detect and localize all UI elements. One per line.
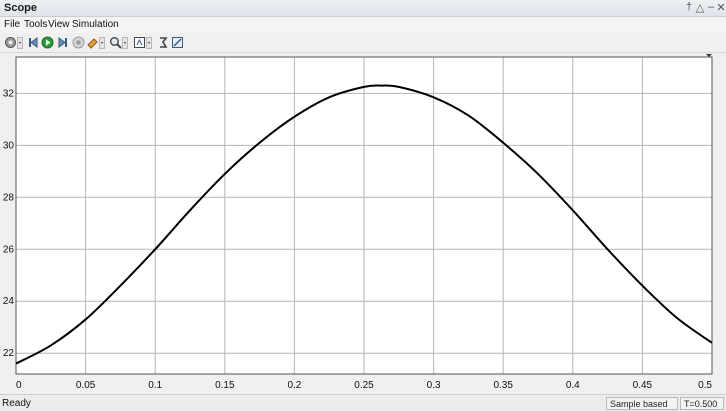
x-tick-label: 0.1 bbox=[148, 380, 162, 391]
plot-panel: 0 0.05 0.1 0.15 0.2 0.25 0.3 0.35 0.4 0.45 0.5 22 24… bbox=[0, 53, 726, 394]
menu-bar: File Tools View Simulation bbox=[0, 17, 726, 33]
signal-select-icon[interactable] bbox=[157, 36, 170, 49]
y-tick-label: 26 bbox=[3, 244, 15, 255]
menu-simulation[interactable]: Simulation bbox=[72, 19, 119, 30]
status-bar: Ready Sample based T=0.500 bbox=[0, 394, 726, 411]
x-tick-label: 0.2 bbox=[287, 380, 301, 391]
step-back-icon[interactable] bbox=[27, 36, 40, 49]
simulation-time: T=0.500 bbox=[680, 397, 724, 410]
close-icon[interactable]: ✕ bbox=[715, 1, 726, 14]
run-icon[interactable] bbox=[41, 36, 54, 49]
edit-icon[interactable] bbox=[171, 36, 184, 49]
x-tick-label: 0.3 bbox=[427, 380, 441, 391]
settings-dropdown[interactable] bbox=[17, 37, 23, 49]
y-tick-label: 28 bbox=[3, 192, 15, 203]
toolbar bbox=[0, 33, 726, 53]
menu-file[interactable]: File bbox=[4, 19, 20, 30]
scope-window: Scope † △ – ✕ File Tools View Simulation bbox=[0, 0, 726, 411]
y-tick-label: 22 bbox=[3, 348, 15, 359]
menu-tools[interactable]: Tools bbox=[24, 19, 47, 30]
x-tick-label: 0.4 bbox=[566, 380, 580, 391]
y-tick-label: 32 bbox=[3, 88, 15, 99]
window-title: Scope bbox=[4, 2, 38, 14]
fit-axes-icon[interactable] bbox=[133, 36, 146, 49]
scope-plot[interactable]: 0 0.05 0.1 0.15 0.2 0.25 0.3 0.35 0.4 0.45 0.5 22 24… bbox=[0, 53, 726, 394]
x-tick-label: 0.05 bbox=[76, 380, 96, 391]
x-tick-label: 0 bbox=[16, 380, 22, 391]
highlight-dropdown[interactable] bbox=[99, 37, 105, 49]
fit-axes-dropdown[interactable] bbox=[146, 37, 152, 49]
title-bar: Scope † △ – ✕ bbox=[0, 0, 726, 17]
stop-icon[interactable] bbox=[72, 36, 85, 49]
highlight-icon[interactable] bbox=[86, 36, 99, 49]
status-text: Ready bbox=[2, 398, 31, 409]
step-forward-icon[interactable] bbox=[56, 36, 69, 49]
zoom-dropdown[interactable] bbox=[122, 37, 128, 49]
x-tick-label: 0.35 bbox=[493, 380, 513, 391]
x-tick-label: 0.45 bbox=[633, 380, 653, 391]
zoom-icon[interactable] bbox=[109, 36, 122, 49]
menu-view[interactable]: View bbox=[48, 19, 70, 30]
y-tick-label: 30 bbox=[3, 140, 15, 151]
sampling-mode: Sample based bbox=[606, 397, 678, 410]
y-tick-label: 24 bbox=[3, 296, 15, 307]
settings-icon[interactable] bbox=[4, 36, 17, 49]
x-tick-label: 0.25 bbox=[354, 380, 374, 391]
x-tick-label: 0.15 bbox=[215, 380, 235, 391]
x-tick-label: 0.5 bbox=[698, 380, 712, 391]
